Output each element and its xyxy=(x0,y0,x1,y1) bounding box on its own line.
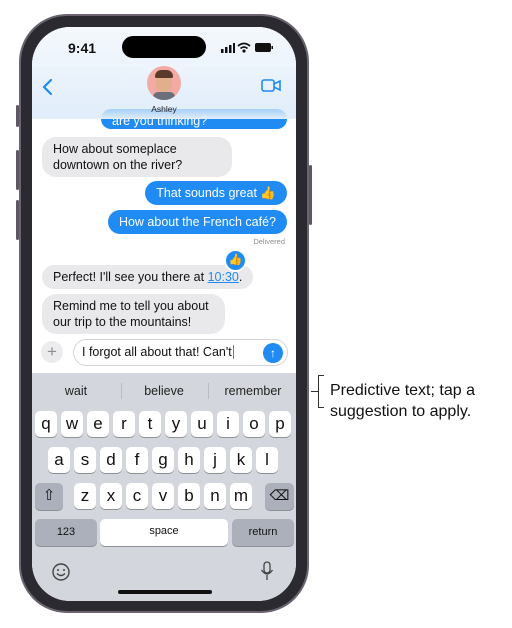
divider xyxy=(121,383,122,399)
screen: 9:41 Ashley are you thinking? How about … xyxy=(32,27,296,601)
key-g[interactable]: g xyxy=(152,447,174,473)
delivered-status: Delivered xyxy=(253,237,285,246)
prediction-wait[interactable]: wait xyxy=(36,384,116,398)
key-a[interactable]: a xyxy=(48,447,70,473)
key-u[interactable]: u xyxy=(191,411,213,437)
message-bubble-outgoing[interactable]: How about the French café? xyxy=(107,210,287,234)
key-o[interactable]: o xyxy=(243,411,265,437)
callout-leader xyxy=(311,391,318,392)
space-key[interactable]: space xyxy=(100,519,228,546)
numbers-key[interactable]: 123 xyxy=(35,519,97,546)
key-v[interactable]: v xyxy=(152,483,174,509)
key-w[interactable]: w xyxy=(61,411,83,437)
key-h[interactable]: h xyxy=(178,447,200,473)
key-f[interactable]: f xyxy=(126,447,148,473)
divider xyxy=(208,383,209,399)
contact-name[interactable]: Ashley xyxy=(142,104,186,114)
key-i[interactable]: i xyxy=(217,411,239,437)
send-button[interactable]: ↑ xyxy=(263,343,283,363)
power-button xyxy=(309,165,312,225)
prediction-believe[interactable]: believe xyxy=(124,384,204,398)
battery-icon xyxy=(255,43,273,52)
key-r[interactable]: r xyxy=(113,411,135,437)
key-q[interactable]: q xyxy=(35,411,57,437)
message-bubble-outgoing[interactable]: That sounds great 👍 xyxy=(145,181,287,205)
key-t[interactable]: t xyxy=(139,411,161,437)
video-camera-icon[interactable] xyxy=(261,79,281,92)
key-x[interactable]: x xyxy=(100,483,122,509)
key-y[interactable]: y xyxy=(165,411,187,437)
callout-text: Predictive text; tap a suggestion to appl… xyxy=(330,382,475,420)
key-j[interactable]: j xyxy=(204,447,226,473)
key-k[interactable]: k xyxy=(230,447,252,473)
wifi-icon xyxy=(237,42,251,53)
message-bubble-incoming[interactable]: Perfect! I'll see you there at 10:30. xyxy=(42,265,254,289)
callout-bracket xyxy=(318,375,324,408)
return-key[interactable]: return xyxy=(232,519,294,546)
key-c[interactable]: c xyxy=(126,483,148,509)
key-p[interactable]: p xyxy=(269,411,291,437)
key-n[interactable]: n xyxy=(204,483,226,509)
key-d[interactable]: d xyxy=(100,447,122,473)
emoji-icon[interactable] xyxy=(52,563,70,581)
message-bubble-incoming[interactable]: How about someplace downtown on the rive… xyxy=(42,137,232,177)
message-bubble-incoming[interactable]: Remind me to tell you about our trip to … xyxy=(42,294,225,334)
back-chevron-icon[interactable] xyxy=(41,78,53,96)
key-z[interactable]: z xyxy=(74,483,96,509)
prediction-remember[interactable]: remember xyxy=(213,384,293,398)
message-input[interactable]: I forgot all about that! Can't xyxy=(73,339,288,366)
key-b[interactable]: b xyxy=(178,483,200,509)
dynamic-island xyxy=(122,36,206,58)
signal-icon xyxy=(221,43,235,53)
key-s[interactable]: s xyxy=(74,447,96,473)
microphone-icon[interactable] xyxy=(260,561,274,581)
apps-plus-button[interactable]: + xyxy=(41,341,63,363)
key-l[interactable]: l xyxy=(256,447,278,473)
text-cursor xyxy=(232,345,234,359)
shift-key[interactable]: ⇧ xyxy=(35,483,63,510)
home-indicator xyxy=(118,590,212,594)
key-m[interactable]: m xyxy=(230,483,252,509)
delete-key[interactable]: ⌫ xyxy=(265,483,294,510)
key-e[interactable]: e xyxy=(87,411,109,437)
avatar[interactable] xyxy=(147,66,181,100)
status-time: 9:41 xyxy=(68,40,97,56)
time-link[interactable]: 10:30 xyxy=(208,270,239,284)
keyboard: wait believe remember qwertyuiop asdfghjk… xyxy=(32,373,296,601)
thumbs-up-tapback-icon[interactable]: 👍 xyxy=(224,249,247,272)
